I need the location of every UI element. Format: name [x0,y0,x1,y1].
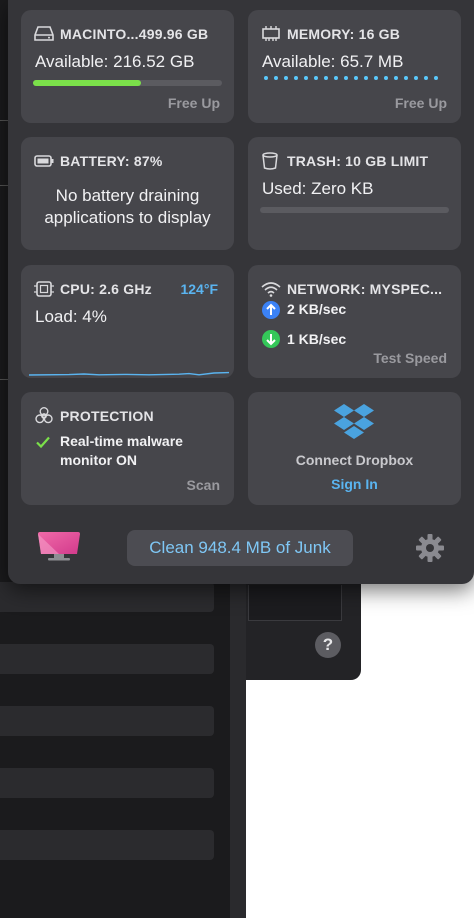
network-title: NETWORK: MYSPEC... [287,281,443,297]
memory-usage-dots [264,76,438,80]
cpu-card[interactable]: CPU: 2.6 GHz 124°F Load: 4% [21,265,234,378]
battery-title: BATTERY: 87% [60,153,163,169]
upload-speed: 2 KB/sec [287,301,347,317]
protection-status-line1: Real-time malware [60,433,183,449]
protection-title: PROTECTION [60,408,154,424]
disk-available: Available: 216.52 GB [35,52,195,71]
network-card[interactable]: NETWORK: MYSPEC... 2 KB/sec 1 KB/sec Tes… [248,265,461,378]
dropbox-card[interactable]: Connect Dropbox Sign In [248,392,461,505]
cleanmymac-menu-panel: MACINTO...499.96 GB Available: 216.52 GB… [8,0,474,584]
cpu-load-graph [29,371,229,376]
biohazard-icon [33,406,55,426]
wifi-icon [260,279,282,299]
trash-card[interactable]: TRASH: 10 GB LIMIT Used: Zero KB [248,137,461,250]
disk-free-up-button[interactable]: Free Up [168,95,220,111]
background-edge-line [0,379,8,380]
background-inner-box [248,585,342,621]
cpu-title: CPU: 2.6 GHz [60,281,152,297]
disk-usage-bar [33,80,222,86]
dropbox-icon [332,402,376,442]
background-row [0,768,214,798]
disk-title: MACINTO...499.96 GB [60,26,209,42]
background-row [0,706,214,736]
gear-icon[interactable] [414,532,446,564]
background-edge-line [0,185,8,186]
memory-free-up-button[interactable]: Free Up [395,95,447,111]
battery-message: No battery draining applications to disp… [44,186,211,227]
disk-usage-fill [33,80,141,86]
disk-card[interactable]: MACINTO...499.96 GB Available: 216.52 GB… [21,10,234,123]
background-row [0,582,214,612]
cleanmymac-logo-icon[interactable] [34,526,84,566]
download-arrow-icon [262,330,280,348]
dropbox-sign-in-link[interactable]: Sign In [248,476,461,492]
trash-used: Used: Zero KB [262,179,374,198]
scan-button[interactable]: Scan [187,477,220,493]
cpu-chip-icon [33,279,55,299]
battery-icon [33,151,55,171]
background-edge-line [0,120,8,121]
memory-available: Available: 65.7 MB [262,52,404,71]
trash-icon [260,151,282,171]
background-row [0,644,214,674]
panel-footer: Clean 948.4 MB of Junk [8,518,474,584]
test-speed-button[interactable]: Test Speed [373,350,447,366]
download-speed: 1 KB/sec [287,331,347,347]
protection-status-line2: monitor ON [60,452,137,468]
protection-card[interactable]: PROTECTION Real-time malware monitor ON … [21,392,234,505]
check-icon [35,434,51,450]
memory-chip-icon [260,24,282,44]
drive-icon [33,24,55,44]
battery-card[interactable]: BATTERY: 87% No battery draining applica… [21,137,234,250]
memory-card[interactable]: MEMORY: 16 GB Available: 65.7 MB Free Up [248,10,461,123]
help-button[interactable]: ? [315,632,341,658]
cpu-load: Load: 4% [35,307,107,326]
connect-dropbox-label: Connect Dropbox [295,452,414,468]
trash-title: TRASH: 10 GB LIMIT [287,153,429,169]
cpu-temperature: 124°F [180,281,218,297]
background-row [0,830,214,860]
clean-junk-button[interactable]: Clean 948.4 MB of Junk [127,530,353,566]
memory-title: MEMORY: 16 GB [287,26,401,42]
upload-arrow-icon [262,301,280,319]
trash-usage-bar [260,207,449,213]
